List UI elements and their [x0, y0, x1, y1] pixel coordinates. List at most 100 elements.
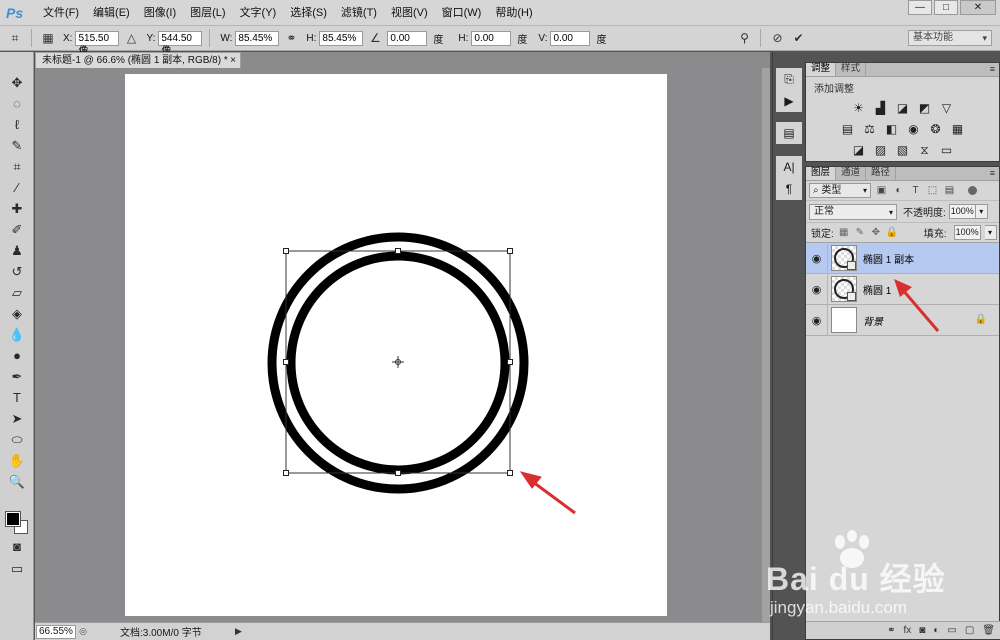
quick-select-tool-icon[interactable]: ✎	[0, 135, 34, 156]
vibrance-icon[interactable]: ▽	[939, 101, 955, 116]
opacity-dropdown-icon[interactable]: ▾	[975, 204, 988, 219]
menu-layer[interactable]: 图层(L)	[183, 0, 232, 26]
threshold-icon[interactable]: ▧	[895, 143, 911, 158]
width-field[interactable]: 85.45%	[235, 30, 280, 46]
filter-adjustment-icon[interactable]: ◐	[892, 185, 905, 196]
delete-layer-icon[interactable]: 🗑	[982, 625, 995, 636]
tab-styles[interactable]: 样式	[836, 63, 867, 76]
filter-smart-object-icon[interactable]: ▤	[943, 185, 956, 196]
filter-kind-select[interactable]: ⌕ 类型	[809, 183, 871, 198]
tab-adjustments[interactable]: 调整	[806, 63, 837, 76]
tab-layers[interactable]: 图层	[806, 167, 837, 180]
status-info-icon[interactable]: ◎	[76, 626, 90, 637]
fx-icon[interactable]: fx	[904, 625, 912, 636]
brush-tool-icon[interactable]: ✐	[0, 219, 34, 240]
color-balance-icon[interactable]: ⚖	[862, 122, 878, 137]
exposure-icon[interactable]: ◩	[917, 101, 933, 116]
warp-icon[interactable]: ⚲	[735, 29, 753, 47]
menu-select[interactable]: 选择(S)	[283, 0, 334, 26]
foreground-color-swatch[interactable]	[5, 511, 21, 527]
lasso-tool-icon[interactable]: ℓ	[0, 114, 34, 135]
ellipse-tool-icon[interactable]: ⬭	[0, 429, 34, 450]
menu-filter[interactable]: 滤镜(T)	[334, 0, 384, 26]
visibility-toggle[interactable]: ◉	[806, 304, 828, 336]
document-tab[interactable]: 未标题-1 @ 66.6% (椭圆 1 副本, RGB/8) * ×	[35, 52, 241, 68]
fill-dropdown-icon[interactable]: ▾	[984, 225, 997, 240]
selective-color-icon[interactable]: ⧖	[917, 143, 933, 158]
hue-saturation-icon[interactable]: ▤	[840, 122, 856, 137]
filter-toggle-icon[interactable]	[968, 186, 977, 195]
posterize-icon[interactable]: ▨	[873, 143, 889, 158]
zoom-field[interactable]: 66.55%	[36, 624, 76, 639]
link-icon[interactable]: ⚭	[282, 29, 300, 47]
y-field[interactable]: 544.50 像	[158, 30, 203, 57]
delta-icon[interactable]: △	[122, 29, 140, 47]
reference-point-icon[interactable]: ▦	[39, 29, 57, 47]
visibility-toggle[interactable]: ◉	[806, 242, 828, 274]
paragraph-panel-icon[interactable]: ¶	[776, 178, 802, 200]
blend-mode-select[interactable]: 正常	[809, 203, 897, 220]
tab-paths[interactable]: 路径	[866, 167, 897, 180]
curves-icon[interactable]: ◪	[895, 101, 911, 116]
crop-tool-icon[interactable]: ⌗	[0, 156, 34, 177]
actions-panel-icon[interactable]: ▶	[776, 90, 802, 112]
maximize-button[interactable]: □	[934, 0, 958, 15]
new-group-icon[interactable]: ▭	[947, 625, 956, 636]
vertical-scrollbar[interactable]	[762, 68, 770, 622]
menu-view[interactable]: 视图(V)	[384, 0, 435, 26]
filter-shape-icon[interactable]: ⬚	[926, 185, 939, 196]
filter-type-icon[interactable]: T	[909, 185, 922, 196]
photo-filter-icon[interactable]: ◉	[906, 122, 922, 137]
workspace-select[interactable]: 基本功能	[908, 30, 992, 46]
lock-position-icon[interactable]: ✥	[870, 227, 882, 238]
quick-mask-icon[interactable]: ◙	[0, 536, 34, 557]
hand-tool-icon[interactable]: ✋	[0, 450, 34, 471]
filter-pixel-icon[interactable]: ▣	[875, 185, 888, 196]
lock-transparent-icon[interactable]: ▦	[838, 227, 850, 238]
clone-stamp-tool-icon[interactable]: ♟	[0, 240, 34, 261]
zoom-tool-icon[interactable]: 🔍	[0, 471, 34, 492]
path-select-tool-icon[interactable]: ➤	[0, 408, 34, 429]
tab-channels[interactable]: 通道	[836, 167, 867, 180]
history-panel-icon[interactable]: ⎘	[776, 68, 802, 90]
panel-menu-icon[interactable]: ≡	[990, 64, 995, 74]
close-window-button[interactable]: ✕	[960, 0, 996, 15]
layer-row-ellipse-copy[interactable]: ◉ 椭圆 1 副本	[806, 242, 999, 274]
lock-pixels-icon[interactable]: ✎	[854, 227, 866, 238]
new-adjustment-icon[interactable]: ◐	[933, 625, 939, 636]
x-field[interactable]: 515.50 像	[75, 30, 120, 57]
menu-image[interactable]: 图像(I)	[137, 0, 183, 26]
pen-tool-icon[interactable]: ✒	[0, 366, 34, 387]
close-tab-icon[interactable]: ×	[230, 53, 236, 68]
menu-file[interactable]: 文件(F)	[36, 0, 86, 26]
menu-type[interactable]: 文字(Y)	[233, 0, 284, 26]
levels-icon[interactable]: ▟	[873, 101, 889, 116]
paint-bucket-tool-icon[interactable]: ◈	[0, 303, 34, 324]
channel-mixer-icon[interactable]: ❂	[928, 122, 944, 137]
panel-menu-icon[interactable]: ≡	[990, 168, 995, 178]
eraser-tool-icon[interactable]: ▱	[0, 282, 34, 303]
history-brush-tool-icon[interactable]: ↺	[0, 261, 34, 282]
marquee-tool-icon[interactable]: ◌	[0, 93, 34, 114]
menu-edit[interactable]: 编辑(E)	[86, 0, 137, 26]
blur-tool-icon[interactable]: 💧	[0, 324, 34, 345]
color-lookup-icon[interactable]: ▦	[950, 122, 966, 137]
vskew-field[interactable]: 0.00	[550, 30, 591, 46]
opacity-field[interactable]: 100%	[948, 204, 976, 219]
move-tool-icon[interactable]: ✥	[0, 72, 34, 93]
healing-brush-tool-icon[interactable]: ✚	[0, 198, 34, 219]
cancel-transform-icon[interactable]: ⊘	[768, 29, 786, 47]
character-panel-icon[interactable]: A|	[776, 156, 802, 178]
invert-icon[interactable]: ◪	[851, 143, 867, 158]
eyedropper-tool-icon[interactable]: ⁄	[0, 177, 34, 198]
lock-all-icon[interactable]: 🔒	[886, 227, 898, 238]
menu-window[interactable]: 窗口(W)	[435, 0, 489, 26]
gradient-map-icon[interactable]: ▭	[939, 143, 955, 158]
add-mask-icon[interactable]: ◙	[919, 625, 925, 636]
menu-help[interactable]: 帮助(H)	[488, 0, 539, 26]
height-field[interactable]: 85.45%	[319, 30, 364, 46]
brightness-icon[interactable]: ☀	[851, 101, 867, 116]
type-tool-icon[interactable]: T	[0, 387, 34, 408]
visibility-toggle[interactable]: ◉	[806, 273, 828, 305]
black-white-icon[interactable]: ◧	[884, 122, 900, 137]
